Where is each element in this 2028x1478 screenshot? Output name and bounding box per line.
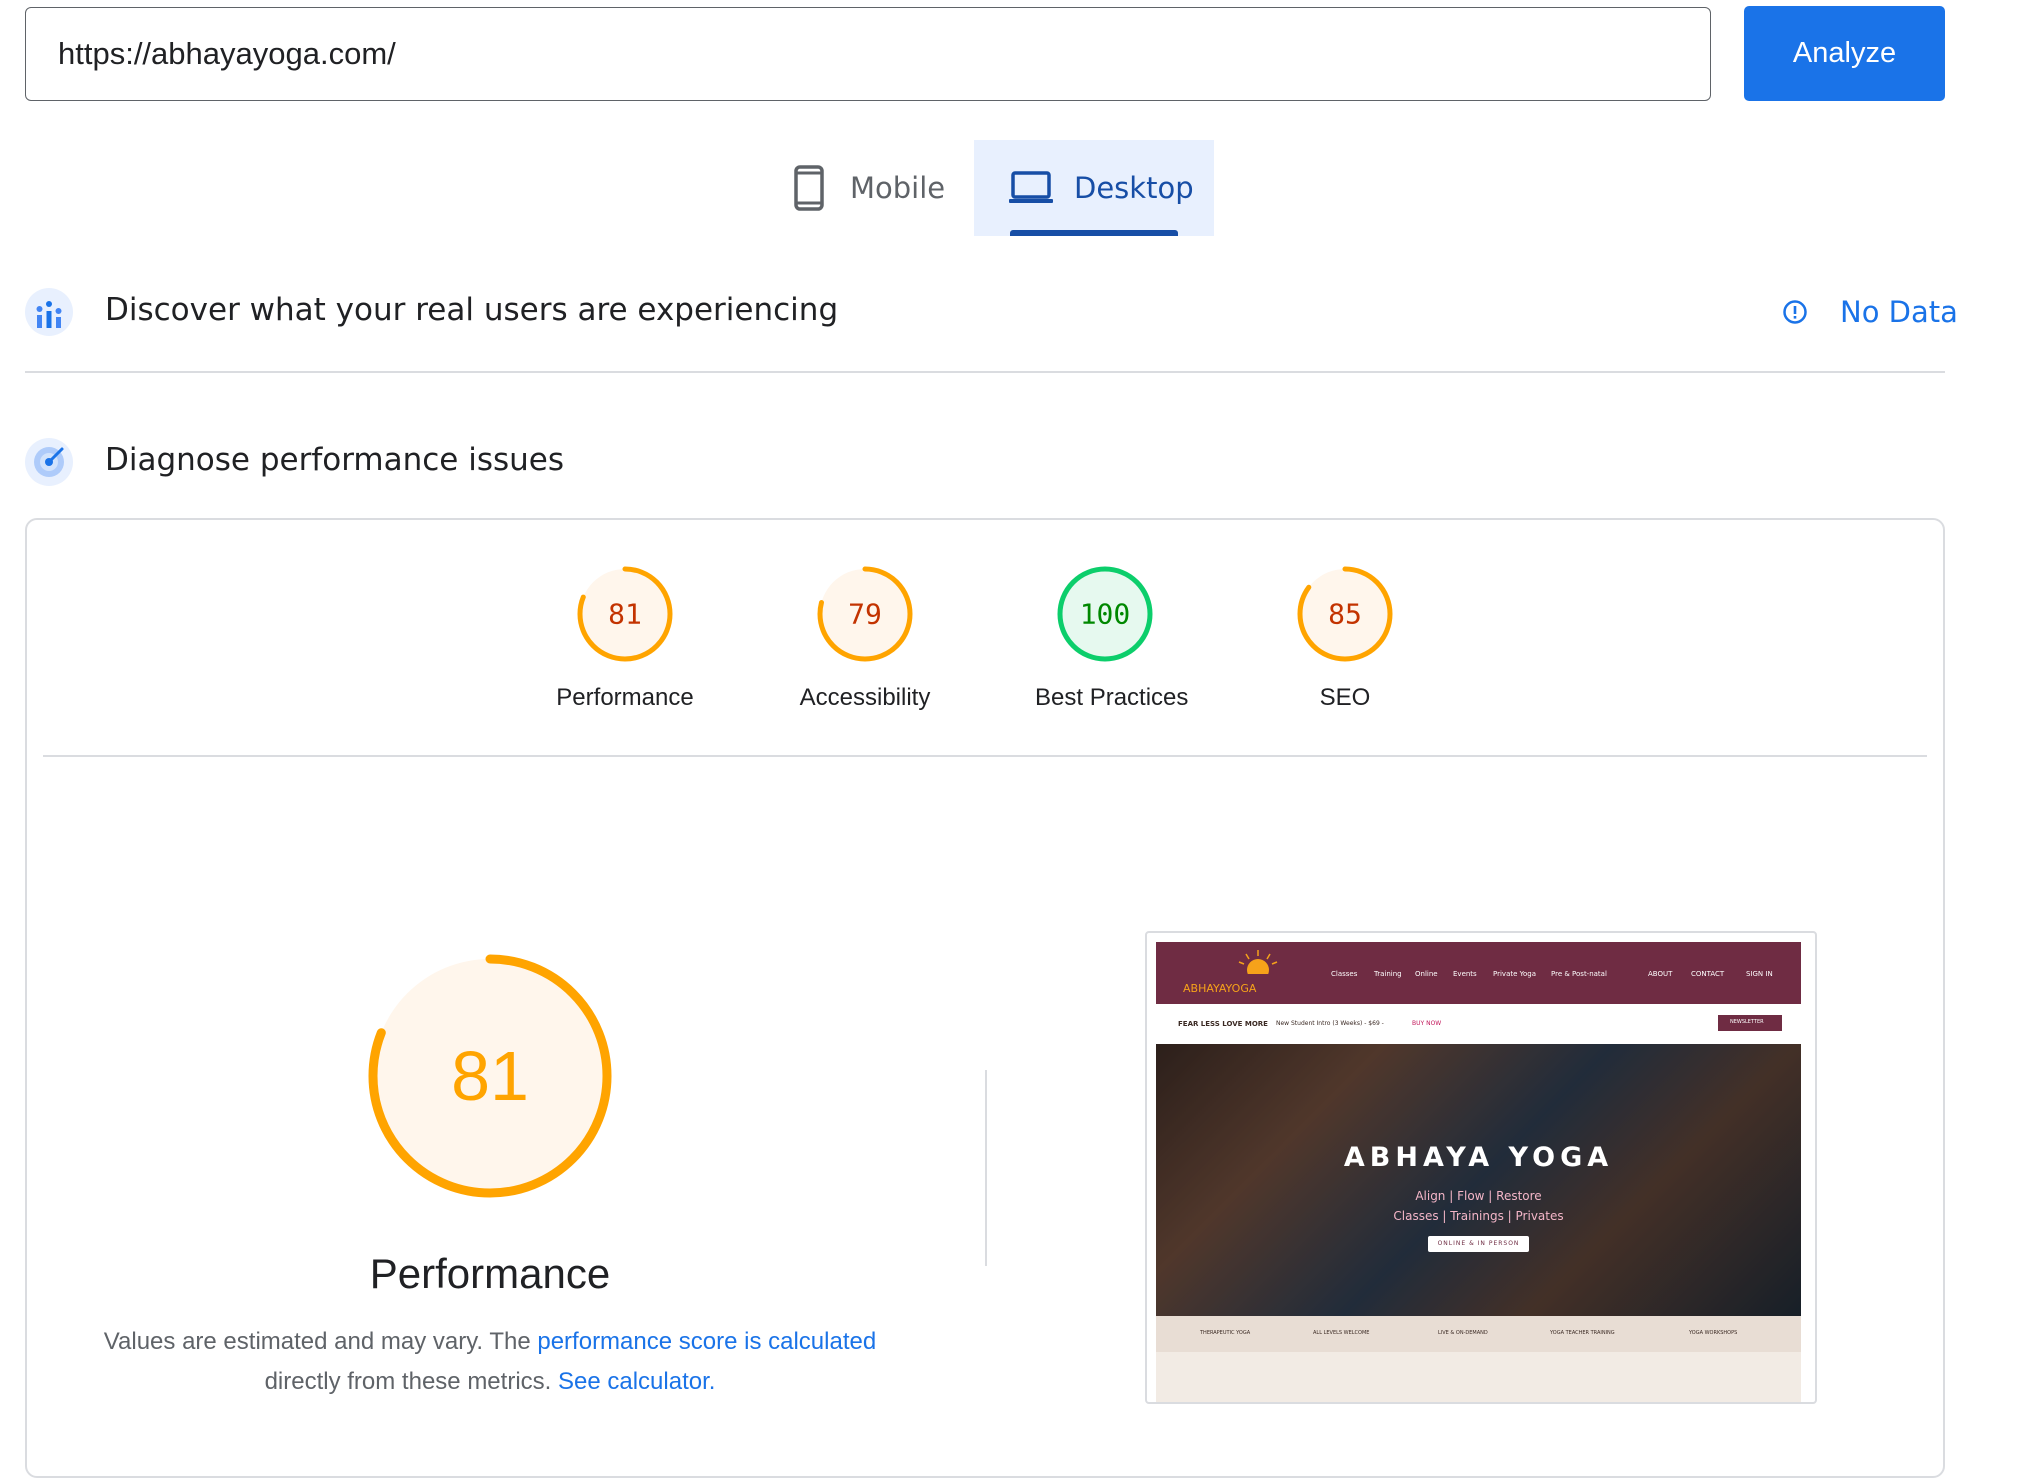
thumb-footer-item: LIVE & ON-DEMAND: [1438, 1330, 1488, 1336]
thumb-nav-item: Training: [1374, 970, 1402, 978]
desc-text: Values are estimated and may vary. The: [103, 1328, 531, 1355]
thumb-nav-item: Pre & Post-natal: [1551, 970, 1607, 978]
gauge-label: Performance: [556, 684, 694, 711]
performance-title: Performance: [369, 1250, 611, 1297]
thumb-page-bottom: [1156, 1352, 1801, 1402]
score-gauge-best-practices[interactable]: 100 Best Practices: [1035, 563, 1189, 712]
field-data-title: Discover what your real users are experi…: [105, 292, 839, 328]
thumb-nav-item: Private Yoga: [1493, 970, 1536, 978]
tab-mobile-label: Mobile: [850, 171, 946, 205]
diagnose-gauge-icon: [24, 437, 74, 492]
score-gauge-accessibility[interactable]: 79 Accessibility: [795, 563, 935, 712]
gauge-score-value: 79: [848, 598, 882, 631]
performance-description: Values are estimated and may vary. The p…: [60, 1322, 920, 1402]
gauge-ring: 79: [817, 566, 913, 662]
thumb-promo-strip: FEAR LESS LOVE MORE New Student Intro (3…: [1156, 1004, 1801, 1044]
sun-logo-icon: [1236, 948, 1280, 981]
thumb-strip-text: NEWSLETTER: [1730, 1019, 1764, 1025]
thumb-strip-text: FEAR LESS LOVE MORE: [1178, 1020, 1268, 1028]
thumb-hero-title: ABHAYA YOGA: [1343, 1142, 1614, 1173]
gauge-ring: 85: [1297, 566, 1393, 662]
thumb-nav-item: ABOUT: [1648, 970, 1673, 978]
see-calculator-link[interactable]: See calculator.: [558, 1368, 715, 1395]
thumb-footer-item: YOGA TEACHER TRAINING: [1550, 1330, 1615, 1336]
thumb-strip-text: New Student Intro (3 Weeks) - $69 -: [1276, 1020, 1384, 1027]
tab-selected-indicator: [1010, 230, 1178, 236]
gauge-score-value: 85: [1328, 598, 1362, 631]
thumb-nav-bar: ABHAYAYOGA Classes Training Online Event…: [1156, 942, 1801, 1004]
thumb-nav-item: Events: [1453, 970, 1477, 978]
score-calculated-link[interactable]: performance score is calculated: [537, 1328, 876, 1355]
gauge-label: SEO: [1319, 684, 1371, 711]
gauges-divider: [43, 755, 1927, 757]
gauge-ring: 100: [1057, 566, 1153, 662]
thumb-footer-item: YOGA WORKSHOPS: [1689, 1330, 1738, 1336]
section-divider: [25, 371, 1945, 373]
gauge-score-value: 100: [1080, 598, 1131, 631]
page-screenshot: ABHAYAYOGA Classes Training Online Event…: [1145, 931, 1817, 1404]
thumb-hero-line: Classes | Trainings | Privates: [1393, 1209, 1564, 1223]
lab-data-title: Diagnose performance issues: [105, 442, 565, 478]
score-gauge-performance[interactable]: 81 Performance: [555, 563, 695, 712]
vertical-divider: [985, 1070, 987, 1266]
gauge-score-value: 81: [608, 598, 642, 631]
thumb-hero-line: Align | Flow | Restore: [1415, 1189, 1542, 1203]
tab-desktop[interactable]: Desktop: [974, 140, 1214, 236]
thumb-nav-item: Classes: [1331, 970, 1358, 978]
thumb-footer-item: ALL LEVELS WELCOME: [1313, 1330, 1370, 1336]
tab-mobile[interactable]: Mobile: [780, 140, 974, 236]
gauge-label: Best Practices: [1035, 684, 1189, 711]
thumb-hero-image: ABHAYA YOGA Align | Flow | Restore Class…: [1156, 1044, 1801, 1316]
performance-big-gauge: 81: [368, 954, 612, 1198]
thumb-strip-text: BUY NOW: [1412, 1020, 1442, 1027]
info-icon[interactable]: [1782, 299, 1808, 330]
thumb-nav-item: Online: [1415, 970, 1438, 978]
thumb-brand: ABHAYAYOGA: [1183, 982, 1257, 995]
score-gauge-seo[interactable]: 85 SEO: [1275, 563, 1415, 712]
thumb-hero-button: ONLINE & IN PERSON: [1428, 1236, 1529, 1252]
gauge-score-value: 81: [451, 1037, 529, 1115]
no-data-link[interactable]: No Data: [1840, 295, 1958, 329]
users-chart-icon: [24, 287, 74, 342]
thumb-nav-item: CONTACT: [1691, 970, 1725, 978]
laptop-icon: [1008, 171, 1054, 205]
gauge-label: Accessibility: [799, 684, 931, 711]
url-input[interactable]: [25, 7, 1711, 101]
analyze-button[interactable]: Analyze: [1744, 6, 1945, 101]
thumb-footer-bar: THERAPEUTIC YOGA ALL LEVELS WELCOME LIVE…: [1156, 1316, 1801, 1352]
gauge-ring: 81: [577, 566, 673, 662]
smartphone-icon: [794, 165, 824, 211]
thumb-nav-item: SIGN IN: [1746, 970, 1773, 978]
tab-desktop-label: Desktop: [1074, 171, 1194, 205]
thumb-footer-item: THERAPEUTIC YOGA: [1200, 1330, 1251, 1336]
desc-text: directly from these metrics.: [264, 1368, 552, 1395]
